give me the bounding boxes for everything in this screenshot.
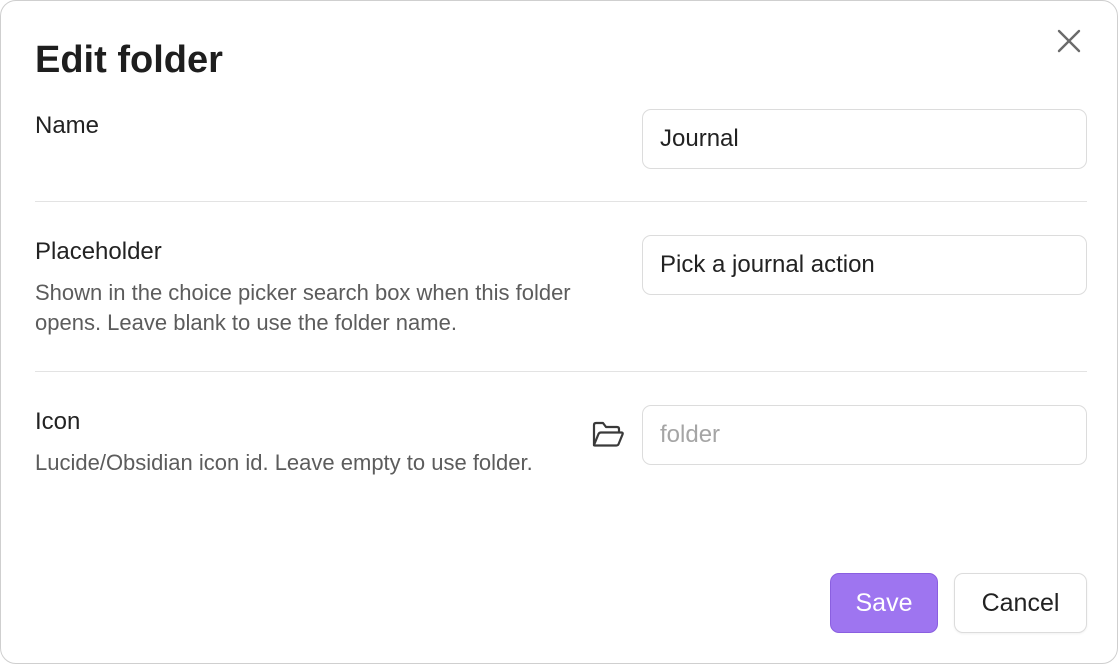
name-input[interactable] [642,109,1087,169]
divider [35,201,1087,202]
placeholder-input[interactable] [642,235,1087,295]
setting-placeholder-description: Shown in the choice picker search box wh… [35,280,571,335]
close-button[interactable] [1053,25,1085,57]
icon-preview [590,417,626,453]
setting-icon: Icon Lucide/Obsidian icon id. Leave empt… [35,405,1087,515]
dialog-title: Edit folder [35,39,223,81]
setting-placeholder-label: Placeholder [35,238,162,265]
setting-icon-label: Icon [35,408,81,435]
divider [35,371,1087,372]
save-button[interactable]: Save [830,573,938,633]
cancel-button[interactable]: Cancel [954,573,1087,633]
setting-name: Name [35,109,1087,169]
folder-open-icon [592,421,624,447]
setting-placeholder: Placeholder Shown in the choice picker s… [35,235,1087,345]
edit-folder-dialog: Edit folder Name Placeholder Shown in th… [0,0,1118,664]
close-icon [1057,29,1081,53]
setting-name-label: Name [35,112,100,139]
icon-input[interactable] [642,405,1087,465]
setting-icon-description: Lucide/Obsidian icon id. Leave empty to … [35,450,533,475]
